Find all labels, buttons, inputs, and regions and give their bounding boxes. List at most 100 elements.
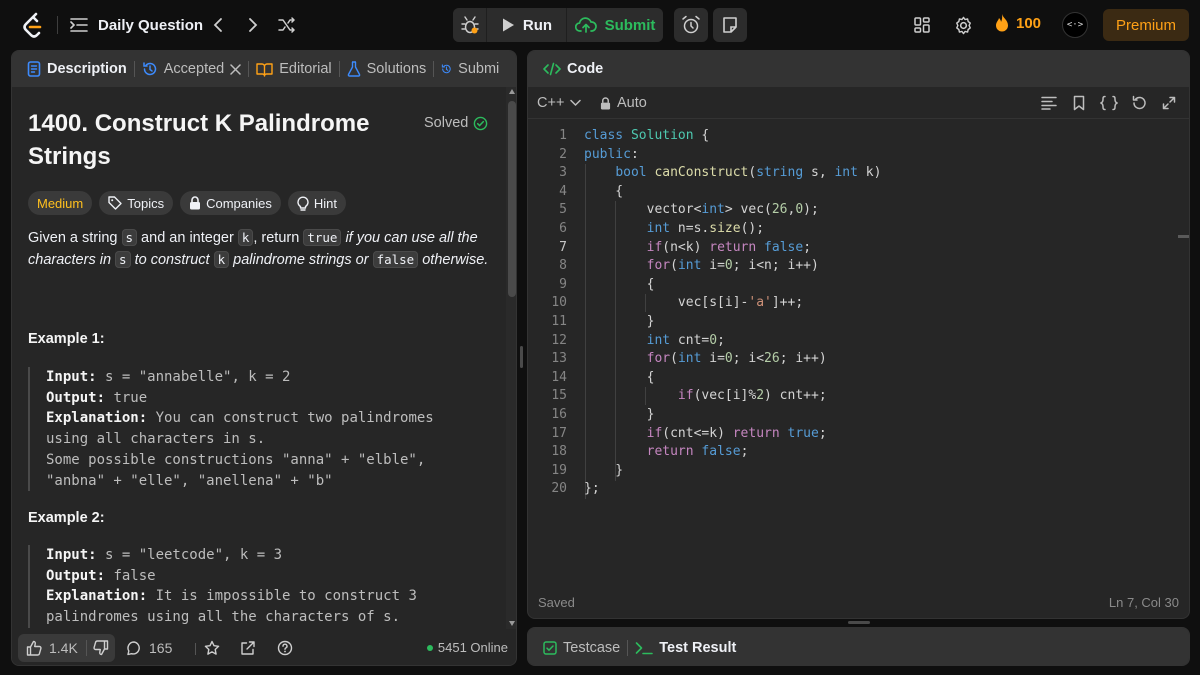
avatar[interactable]: <·> [1062, 12, 1088, 38]
desc-text: and an integer [137, 230, 238, 246]
layout-button[interactable] [911, 14, 933, 36]
inline-code: k [237, 229, 254, 246]
prev-problem-button[interactable] [208, 14, 228, 36]
code-line[interactable]: 9 { [528, 276, 1178, 295]
code-line-current[interactable]: 7 if(n<k) return false; [528, 239, 1178, 258]
settings-button[interactable] [952, 14, 974, 36]
code-line[interactable]: 18 return false; [528, 443, 1178, 462]
code-text: return false; [646, 444, 749, 460]
run-button[interactable]: Run [487, 8, 567, 42]
tab-editorial[interactable]: Editorial [249, 51, 338, 87]
line-number: 18 [551, 444, 567, 460]
code-text: for(int i=0; i<26; i++) [646, 351, 827, 367]
line-number: 2 [559, 146, 567, 162]
code-line[interactable]: 2 public: [528, 146, 1178, 165]
code-line[interactable]: 8 for(int i=0; i<n; i++) [528, 257, 1178, 276]
code-line[interactable]: 15 if(vec[i]%2) cnt++; [528, 387, 1178, 406]
submit-button[interactable]: Submit [567, 8, 663, 42]
example-explanation: It is impossible to construct 3 [147, 588, 417, 605]
topics-label: Topics [127, 195, 165, 211]
like-count: 1.4K [49, 640, 78, 656]
premium-button[interactable]: Premium [1103, 9, 1189, 41]
streak-counter[interactable]: 100 [994, 13, 1041, 33]
companies-chip[interactable]: Companies [180, 191, 281, 215]
code-line[interactable]: 10 vec[s[i]-'a']++; [528, 294, 1178, 313]
description-scrollbar[interactable] [506, 87, 516, 629]
code-line[interactable]: 19 } [528, 462, 1178, 481]
tab-code[interactable]: Code [536, 51, 610, 87]
panel-resize-handle[interactable] [520, 346, 523, 368]
code-line[interactable]: 1 class Solution { [528, 127, 1178, 146]
daily-question-button[interactable]: Daily Question [70, 14, 203, 36]
scroll-up-arrow-icon[interactable] [509, 89, 515, 94]
debug-button[interactable] [453, 8, 487, 42]
question-circle-icon [277, 640, 293, 656]
code-line[interactable]: 11 } [528, 313, 1178, 332]
divider [195, 643, 196, 655]
editor-scrollbar[interactable] [1178, 127, 1189, 587]
code-text: }; [584, 481, 600, 497]
panel-resize-handle[interactable] [848, 621, 870, 624]
run-label: Run [522, 16, 553, 34]
notes-button[interactable] [713, 8, 747, 42]
tab-testcase[interactable]: Testcase [536, 628, 627, 665]
scroll-down-arrow-icon[interactable] [509, 621, 515, 626]
favorite-button[interactable] [204, 640, 220, 656]
format-button[interactable] [1039, 93, 1059, 113]
code-line[interactable]: 12 int cnt=0; [528, 332, 1178, 351]
line-number: 6 [559, 221, 567, 236]
code-line[interactable]: 4 { [528, 183, 1178, 202]
tab-test-result[interactable]: Test Result [628, 628, 743, 665]
topics-chip[interactable]: Topics [99, 191, 174, 215]
code-line[interactable]: 6 int n=s.size(); [528, 220, 1178, 239]
bookmark-button[interactable] [1069, 93, 1089, 113]
language-select[interactable]: C++ [537, 95, 582, 111]
code-editor[interactable]: 1 class Solution { 2 public: 3 bool canCon… [528, 127, 1189, 507]
dislike-button[interactable] [87, 640, 115, 656]
code-line[interactable]: 5 vector<int> vec(26,0); [528, 201, 1178, 220]
line-number: 13 [551, 351, 567, 367]
code-line[interactable]: 20}; [528, 480, 1178, 499]
line-number: 12 [551, 332, 567, 348]
example-explanation: palindromes using all the characters of … [46, 609, 401, 626]
auto-mode-toggle[interactable]: Auto [600, 95, 647, 111]
lightbulb-icon [297, 196, 309, 211]
next-problem-button[interactable] [243, 14, 263, 36]
output-label: Output: [46, 389, 106, 406]
reset-button[interactable] [1129, 93, 1149, 113]
input-label: Input: [46, 547, 97, 563]
code-text: vec[s[i]-'a']++; [584, 295, 804, 311]
code-line[interactable]: 17 if(cnt<=k) return true; [528, 425, 1178, 444]
close-icon[interactable] [230, 63, 241, 75]
code-text: } [584, 407, 655, 422]
difficulty-badge: Medium [28, 191, 93, 215]
tab-editorial-label: Editorial [279, 61, 332, 77]
example-output: true [105, 389, 148, 406]
code-line[interactable]: 14 { [528, 369, 1178, 388]
share-button[interactable] [240, 640, 256, 656]
hint-chip[interactable]: Hint [287, 191, 346, 215]
tab-description[interactable]: Description [20, 51, 134, 87]
tab-test-result-label: Test Result [659, 639, 737, 656]
problem-title[interactable]: 1400. Construct K Palindrome Strings [28, 107, 408, 173]
timer-button[interactable] [674, 8, 708, 42]
help-button[interactable] [277, 640, 293, 656]
comments-button[interactable]: 165 [126, 640, 172, 656]
leetcode-logo-icon[interactable] [22, 12, 44, 38]
code-line[interactable]: 3 bool canConstruct(string s, int k) [528, 164, 1178, 183]
tab-submissions[interactable]: Submi [434, 51, 506, 87]
braces-button[interactable] [1099, 93, 1119, 113]
code-line[interactable]: 13 for(int i=0; i<26; i++) [528, 350, 1178, 369]
description-content[interactable]: 1400. Construct K Palindrome Strings Sol… [12, 87, 506, 629]
code-text: int cnt=0; [646, 332, 725, 348]
like-button[interactable]: 1.4K [18, 640, 86, 656]
tab-solutions[interactable]: Solutions [340, 51, 434, 87]
example-1-block: Input: s = "annabelle", k = 2 Output: tr… [28, 367, 498, 492]
line-number: 9 [559, 276, 567, 292]
example-2-title: Example 2: [28, 510, 105, 526]
random-problem-button[interactable] [276, 14, 298, 36]
maximize-button[interactable] [1159, 93, 1179, 113]
tab-accepted[interactable]: Accepted [135, 51, 248, 87]
scrollbar-thumb[interactable] [508, 101, 516, 297]
code-line[interactable]: 16 } [528, 406, 1178, 425]
